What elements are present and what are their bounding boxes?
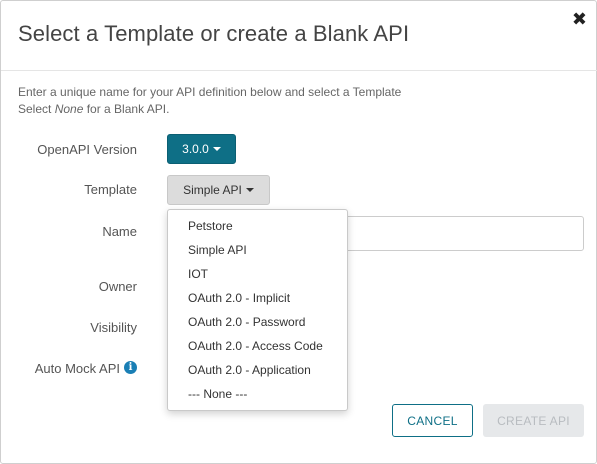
template-dropdown-menu: Petstore Simple API IOT OAuth 2.0 - Impl… bbox=[167, 209, 348, 411]
template-dropdown[interactable]: Simple API bbox=[167, 175, 270, 205]
name-label: Name bbox=[102, 224, 137, 239]
dialog-header: Select a Template or create a Blank API … bbox=[1, 1, 597, 71]
template-option-iot[interactable]: IOT bbox=[168, 262, 347, 286]
intro-line-2: Select None for a Blank API. bbox=[18, 101, 401, 118]
template-option-oauth-implicit[interactable]: OAuth 2.0 - Implicit bbox=[168, 286, 347, 310]
create-api-button[interactable]: CREATE API bbox=[483, 404, 584, 437]
visibility-label: Visibility bbox=[90, 320, 137, 335]
auto-mock-label: Auto Mock API bbox=[34, 361, 120, 376]
template-option-none[interactable]: --- None --- bbox=[168, 382, 347, 406]
openapi-version-label: OpenAPI Version bbox=[37, 142, 137, 157]
caret-down-icon bbox=[245, 188, 254, 192]
intro-line-1: Enter a unique name for your API definit… bbox=[18, 85, 402, 99]
template-option-oauth-application[interactable]: OAuth 2.0 - Application bbox=[168, 358, 347, 382]
template-option-oauth-access-code[interactable]: OAuth 2.0 - Access Code bbox=[168, 334, 347, 358]
owner-label: Owner bbox=[98, 279, 137, 294]
cancel-button[interactable]: CANCEL bbox=[392, 404, 473, 437]
caret-down-icon bbox=[212, 147, 221, 151]
intro-line-2-prefix: Select bbox=[18, 102, 55, 116]
template-option-petstore[interactable]: Petstore bbox=[168, 214, 347, 238]
info-icon[interactable]: i bbox=[124, 361, 137, 374]
intro-text: Enter a unique name for your API definit… bbox=[18, 84, 401, 118]
dialog-title: Select a Template or create a Blank API bbox=[18, 21, 410, 46]
intro-none-emphasis: None bbox=[54, 102, 84, 116]
close-icon[interactable]: ✖ bbox=[572, 9, 587, 29]
template-option-oauth-password[interactable]: OAuth 2.0 - Password bbox=[168, 310, 347, 334]
openapi-version-dropdown[interactable]: 3.0.0 bbox=[167, 134, 236, 164]
template-label: Template bbox=[84, 182, 137, 197]
template-value: Simple API bbox=[183, 183, 242, 197]
openapi-version-value: 3.0.0 bbox=[182, 142, 209, 156]
name-input[interactable] bbox=[331, 216, 584, 251]
template-option-simple-api[interactable]: Simple API bbox=[168, 238, 347, 262]
create-api-dialog: Select a Template or create a Blank API … bbox=[0, 0, 597, 464]
intro-line-2-suffix: for a Blank API. bbox=[83, 102, 170, 116]
